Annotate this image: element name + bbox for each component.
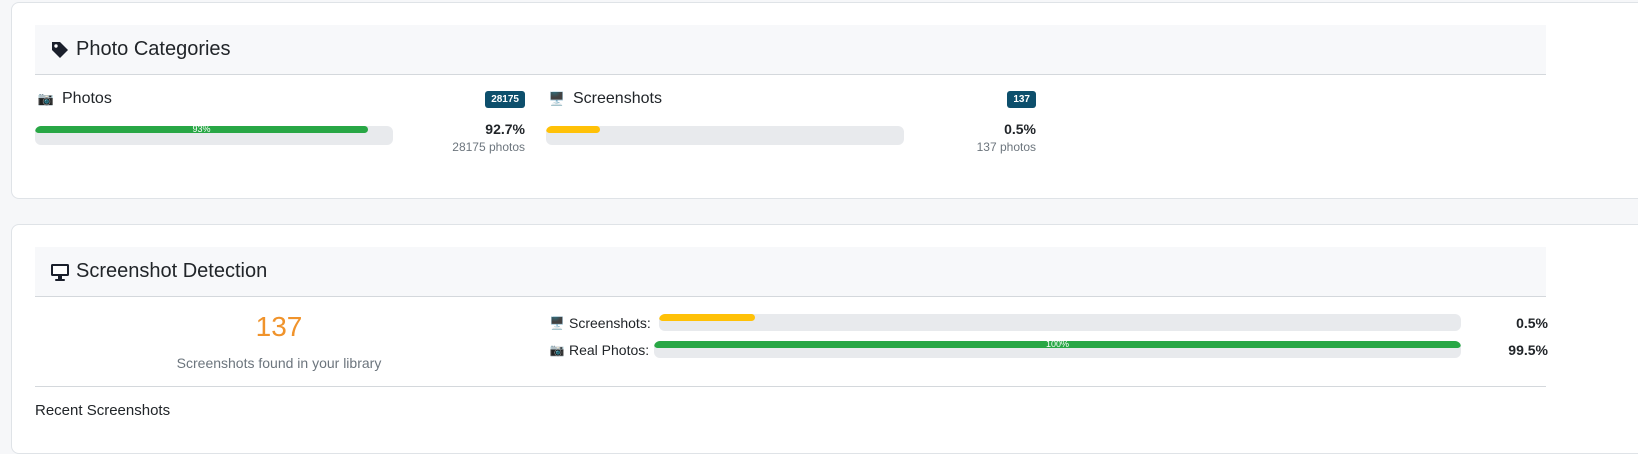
progress-track [659,314,1461,331]
screenshot-count: 137 [255,311,303,342]
progress-fill: 93% [35,126,368,134]
camera-icon: 📷 [37,91,55,106]
category-count: 137 photos [976,140,1036,154]
screenshot-detection-title: Screenshot Detection [76,260,268,282]
category-screenshots: 🖥️ Screenshots 137 0.5% 137 photos [546,88,1036,168]
category-label: Photos [62,90,112,107]
category-count: 28175 photos [452,140,525,154]
desktop-icon [50,262,70,282]
detection-label: Screenshots: [569,315,651,331]
photo-categories-card: Photo Categories 📷 Photos 28175 93% 92.7… [11,2,1638,199]
screenshot-detection-card: Screenshot Detection 137 Screenshots fou… [11,224,1638,454]
detection-row-screenshots: 🖥️ Screenshots: 0.5% [548,314,1548,334]
progress-track: 100% [654,341,1461,358]
progress-fill [659,314,756,321]
computer-icon: 🖥️ [549,316,565,330]
camera-icon: 📷 [549,343,565,357]
category-percent: 92.7% [485,121,525,137]
computer-icon: 🖥️ [548,91,566,106]
recent-screenshots-title: Recent Screenshots [35,402,171,419]
count-badge: 28175 [485,91,525,108]
photo-categories-title: Photo Categories [76,38,231,60]
detection-percent: 99.5% [1508,342,1548,358]
progress-track [546,126,904,145]
detection-percent: 0.5% [1516,315,1548,331]
photo-categories-header: Photo Categories [35,25,1546,75]
category-percent: 0.5% [1004,121,1036,137]
detection-row-real-photos: 📷 Real Photos: 100% 99.5% [548,341,1548,361]
count-badge: 137 [1007,91,1036,108]
progress-fill: 100% [654,341,1461,349]
category-photos: 📷 Photos 28175 93% 92.7% 28175 photos [35,88,525,168]
progress-fill [546,126,600,133]
progress-track: 93% [35,126,393,145]
tag-icon [50,40,70,60]
divider [35,386,1546,387]
detection-label: Real Photos: [569,342,650,358]
category-label: Screenshots [573,90,662,107]
screenshot-count-caption: Screenshots found in your library [176,355,382,371]
screenshot-detection-header: Screenshot Detection [35,247,1546,297]
